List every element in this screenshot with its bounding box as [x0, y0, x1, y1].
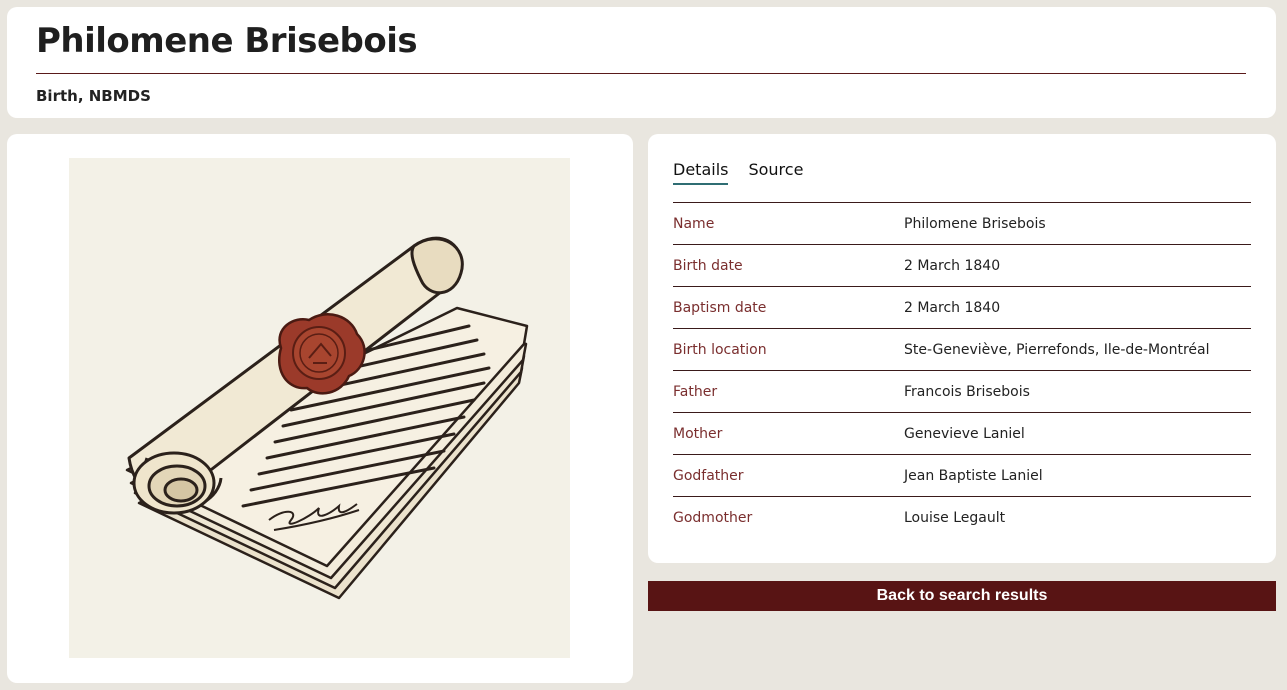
detail-row-godfather: Godfather Jean Baptiste Laniel: [673, 455, 1251, 497]
detail-value: Jean Baptiste Laniel: [904, 467, 1043, 484]
details-card: Details Source Name Philomene Brisebois …: [648, 134, 1276, 563]
detail-row-baptism-date: Baptism date 2 March 1840: [673, 287, 1251, 329]
detail-value: Philomene Brisebois: [904, 215, 1046, 232]
image-card: [7, 134, 633, 683]
detail-row-name: Name Philomene Brisebois: [673, 203, 1251, 245]
record-image: [69, 158, 570, 658]
detail-label: Baptism date: [673, 299, 767, 316]
detail-label: Birth location: [673, 341, 767, 358]
detail-row-mother: Mother Genevieve Laniel: [673, 413, 1251, 455]
detail-value: 2 March 1840: [904, 299, 1001, 316]
details-table: Name Philomene Brisebois Birth date 2 Ma…: [673, 202, 1251, 538]
detail-row-birth-date: Birth date 2 March 1840: [673, 245, 1251, 287]
detail-label: Birth date: [673, 257, 743, 274]
tab-source[interactable]: Source: [748, 160, 803, 185]
detail-value: 2 March 1840: [904, 257, 1001, 274]
header-card: Philomene Brisebois Birth, NBMDS: [7, 7, 1276, 118]
tab-details[interactable]: Details: [673, 160, 729, 185]
detail-row-birth-location: Birth location Ste-Geneviève, Pierrefond…: [673, 329, 1251, 371]
detail-label: Father: [673, 383, 718, 400]
back-to-search-results-button[interactable]: Back to search results: [648, 581, 1276, 611]
title-divider: [36, 73, 1246, 74]
detail-label: Godfather: [673, 467, 744, 484]
detail-label: Name: [673, 215, 715, 232]
detail-value: Ste-Geneviève, Pierrefonds, Ile-de-Montr…: [904, 341, 1210, 358]
detail-value: Louise Legault: [904, 509, 1006, 526]
detail-row-godmother: Godmother Louise Legault: [673, 497, 1251, 538]
detail-row-father: Father Francois Brisebois: [673, 371, 1251, 413]
scroll-with-wax-seal-illustration: [125, 236, 529, 600]
page-title: Philomene Brisebois: [36, 21, 418, 61]
detail-value: Genevieve Laniel: [904, 425, 1025, 442]
detail-value: Francois Brisebois: [904, 383, 1030, 400]
detail-label: Godmother: [673, 509, 753, 526]
record-type-subtitle: Birth, NBMDS: [36, 87, 151, 105]
record-tabs: Details Source: [673, 160, 803, 185]
detail-label: Mother: [673, 425, 723, 442]
